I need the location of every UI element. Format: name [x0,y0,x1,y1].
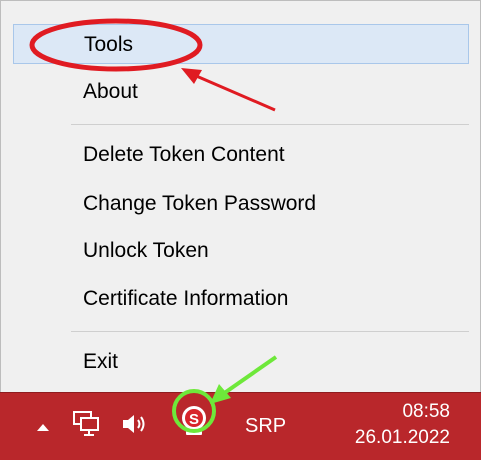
menu-item-certificate-information[interactable]: Certificate Information [13,279,469,319]
menu-item-unlock-token[interactable]: Unlock Token [13,231,469,271]
menu-item-label: Tools [84,33,134,56]
menu-item-exit[interactable]: Exit [13,342,469,382]
network-icon[interactable] [73,410,101,441]
menu-item-label: About [83,80,138,103]
menu-item-label: Delete Token Content [83,143,285,166]
volume-icon[interactable] [121,412,147,441]
menu-item-delete-token-content[interactable]: Delete Token Content [13,135,469,175]
input-language-indicator[interactable]: SRP [245,413,286,439]
token-tray-icon[interactable]: S [178,404,210,443]
menu-item-change-token-password[interactable]: Change Token Password [13,184,469,224]
menu-item-label: Certificate Information [83,287,289,310]
clock-time: 08:58 [402,401,450,422]
show-hidden-icons-arrow-icon[interactable] [36,419,50,437]
menu-item-label: Exit [83,350,119,373]
menu-item-about[interactable]: About [13,72,469,112]
menu-item-label: Unlock Token [83,239,209,262]
menu-separator [71,331,469,332]
taskbar: S SRP 08:58 26.01.2022 [0,392,481,460]
menu-separator [71,124,469,125]
clock-date: 26.01.2022 [354,427,450,448]
svg-text:S: S [189,411,199,428]
context-menu: Tools About Delete Token Content Change … [0,0,481,392]
menu-item-label: Change Token Password [83,192,317,215]
system-clock[interactable]: 08:58 26.01.2022 [330,399,450,451]
menu-item-tools[interactable]: Tools [13,24,469,64]
